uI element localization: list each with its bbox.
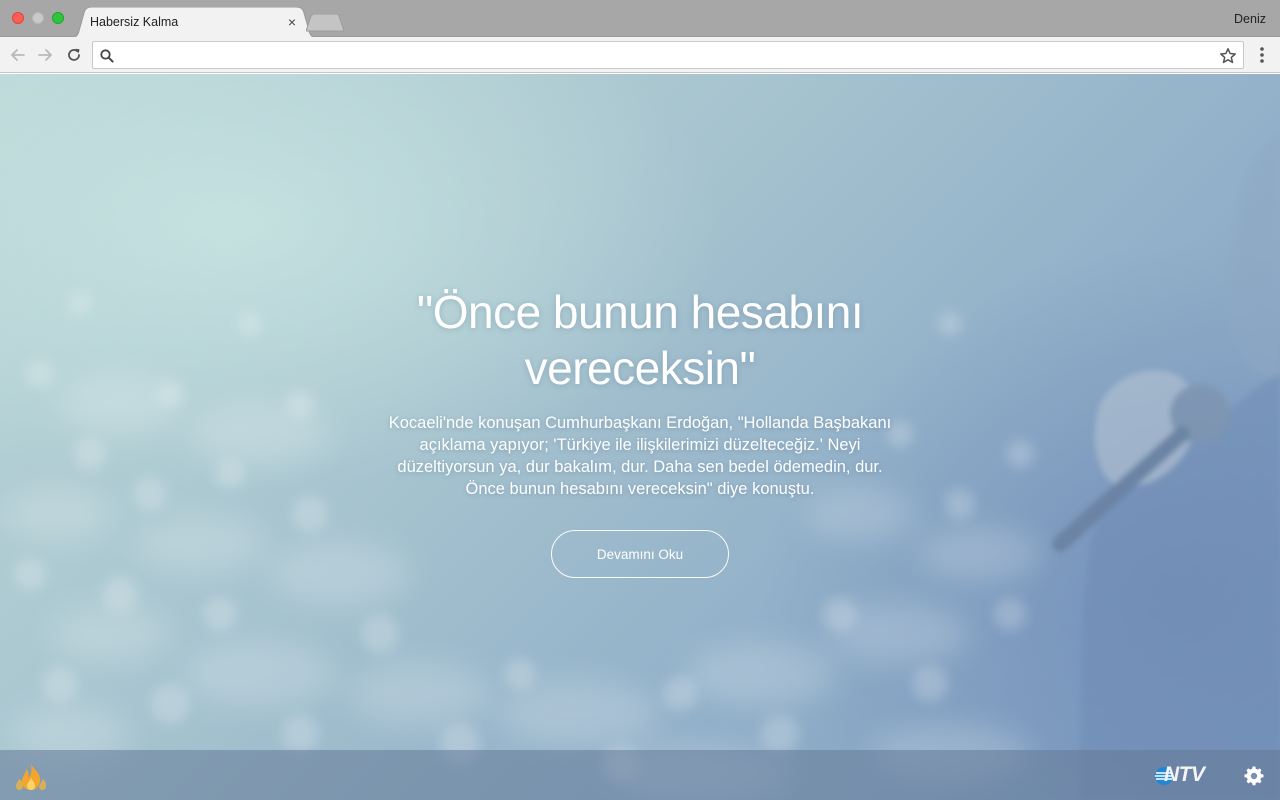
browser-titlebar: Habersiz Kalma × Deniz bbox=[0, 0, 1280, 38]
tab-close-icon[interactable]: × bbox=[285, 15, 299, 29]
bottom-bar: NTV bbox=[0, 750, 1280, 800]
window-maximize-button[interactable] bbox=[52, 12, 64, 24]
browser-menu-icon[interactable] bbox=[1254, 45, 1270, 65]
profile-name[interactable]: Deniz bbox=[1234, 12, 1266, 26]
ntv-logo-text: NTV bbox=[1164, 763, 1205, 786]
browser-tab-active[interactable]: Habersiz Kalma × bbox=[70, 7, 318, 38]
article-headline: "Önce bunun hesabını vereceksin" bbox=[416, 286, 864, 394]
address-bar[interactable] bbox=[92, 41, 1244, 69]
window-close-button[interactable] bbox=[12, 12, 24, 24]
news-background: "Önce bunun hesabını vereceksin" Kocaeli… bbox=[0, 74, 1280, 800]
back-arrow-icon bbox=[11, 49, 25, 61]
reload-icon bbox=[68, 48, 80, 61]
address-input[interactable] bbox=[119, 44, 1209, 66]
search-icon bbox=[100, 49, 114, 63]
flame-logo-icon[interactable] bbox=[14, 762, 48, 792]
bookmark-star-icon[interactable] bbox=[1219, 47, 1237, 65]
new-tab-button[interactable] bbox=[306, 14, 346, 32]
tab-title: Habersiz Kalma bbox=[90, 15, 179, 29]
gear-icon[interactable] bbox=[1244, 766, 1264, 786]
browser-toolbar bbox=[0, 37, 1280, 73]
article-hero: "Önce bunun hesabını vereceksin" Kocaeli… bbox=[340, 284, 940, 578]
window-minimize-button[interactable] bbox=[32, 12, 44, 24]
reload-button[interactable] bbox=[62, 43, 86, 67]
article-summary: Kocaeli'nde konuşan Cumhurbaşkanı Erdoğa… bbox=[388, 414, 892, 498]
read-more-button[interactable]: Devamını Oku bbox=[551, 530, 729, 578]
forward-button[interactable] bbox=[33, 43, 57, 67]
ntv-logo[interactable]: NTV bbox=[1154, 763, 1218, 787]
forward-arrow-icon bbox=[38, 49, 52, 61]
back-button[interactable] bbox=[6, 43, 30, 67]
